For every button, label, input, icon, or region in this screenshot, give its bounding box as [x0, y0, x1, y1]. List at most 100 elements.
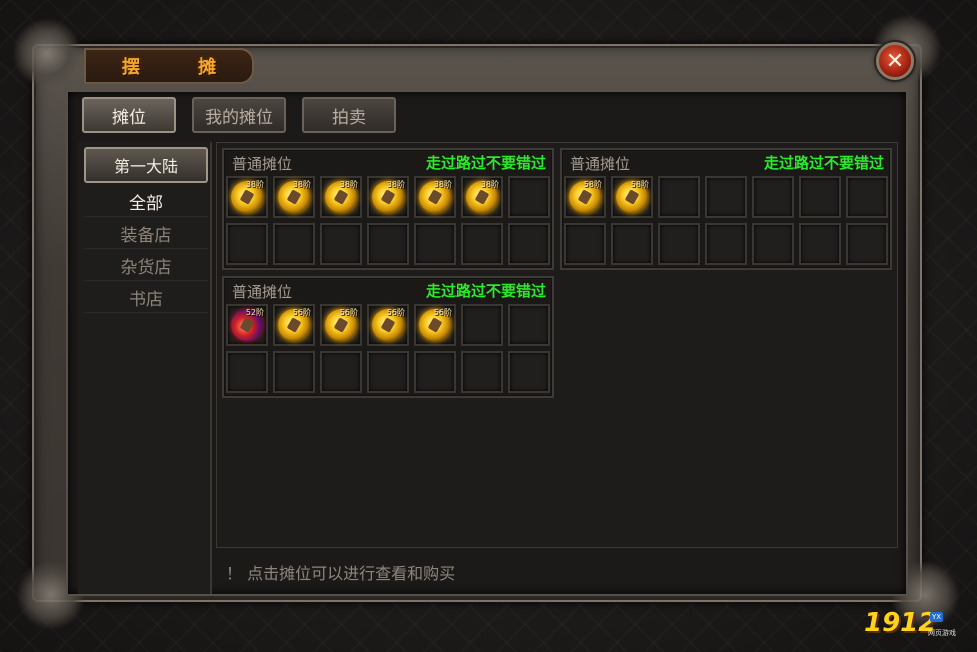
item-level-label: 56阶: [386, 308, 405, 317]
item-slot[interactable]: [752, 223, 794, 265]
item-level-label: 56阶: [339, 308, 358, 317]
item-slot[interactable]: [846, 223, 888, 265]
tab-auction[interactable]: 拍卖: [302, 97, 396, 133]
stall-name: 普通摊位: [232, 155, 293, 173]
item-level-label: 38阶: [480, 180, 499, 189]
item-emblem: [380, 189, 396, 205]
stall-slogan: 走过路过不要错过: [425, 282, 546, 300]
stall-slogan: 走过路过不要错过: [763, 154, 884, 172]
tab-label: 我的摊位: [205, 107, 273, 128]
item-slot[interactable]: 58阶: [564, 176, 606, 218]
site-logo: 1912: [864, 608, 937, 638]
item-slot[interactable]: [273, 351, 315, 393]
item-emblem: [239, 317, 255, 333]
item-emblem: [333, 317, 349, 333]
item-slot[interactable]: 52阶: [226, 304, 268, 346]
region-button[interactable]: 第一大陆: [84, 147, 208, 183]
sidebar-item-all[interactable]: 全部: [84, 186, 208, 217]
sidebar-item-bookstore[interactable]: 书店: [84, 282, 208, 313]
item-slot[interactable]: [320, 351, 362, 393]
tab-label: 摊位: [112, 107, 146, 128]
item-level-label: 56阶: [433, 308, 452, 317]
sidebar-item-label: 全部: [129, 193, 163, 214]
item-slot[interactable]: [461, 351, 503, 393]
item-level-label: 38阶: [433, 180, 452, 189]
item-slot[interactable]: [367, 223, 409, 265]
sidebar-item-label: 书店: [129, 289, 163, 310]
item-slot[interactable]: [799, 176, 841, 218]
item-slot[interactable]: 38阶: [226, 176, 268, 218]
item-slot[interactable]: [226, 223, 268, 265]
item-emblem: [577, 189, 593, 205]
item-slot[interactable]: [320, 223, 362, 265]
item-slot[interactable]: 56阶: [273, 304, 315, 346]
item-slot[interactable]: [705, 223, 747, 265]
stall-card[interactable]: 普通摊位 走过路过不要错过 58阶 58阶: [560, 148, 892, 270]
stall-card[interactable]: 普通摊位 走过路过不要错过 38阶 38阶 38阶 38阶 38阶 38阶: [222, 148, 554, 270]
item-slot[interactable]: [658, 223, 700, 265]
stall-card[interactable]: 普通摊位 走过路过不要错过 52阶 56阶 56阶 56阶 56阶: [222, 276, 554, 398]
close-icon: ✕: [885, 48, 905, 74]
region-label: 第一大陆: [113, 157, 178, 176]
item-slot[interactable]: [414, 351, 456, 393]
item-slot[interactable]: [508, 304, 550, 346]
item-emblem: [474, 189, 490, 205]
sidebar-item-general-store[interactable]: 杂货店: [84, 250, 208, 281]
item-level-label: 56阶: [292, 308, 311, 317]
item-slot[interactable]: [508, 223, 550, 265]
item-slot[interactable]: 38阶: [273, 176, 315, 218]
item-level-label: 52阶: [245, 308, 264, 317]
item-slot[interactable]: [273, 223, 315, 265]
item-slot[interactable]: 38阶: [461, 176, 503, 218]
tab-stalls[interactable]: 摊位: [82, 97, 176, 133]
hint-text: ！ 点击摊位可以进行查看和购买: [226, 564, 456, 583]
item-level-label: 38阶: [292, 180, 311, 189]
item-slot[interactable]: 56阶: [320, 304, 362, 346]
tab-label: 拍卖: [332, 107, 366, 128]
item-slot[interactable]: [658, 176, 700, 218]
tab-my-stall[interactable]: 我的摊位: [192, 97, 286, 133]
close-button[interactable]: ✕: [876, 42, 914, 80]
item-slot[interactable]: [461, 223, 503, 265]
item-slot[interactable]: [414, 223, 456, 265]
stall-slogan: 走过路过不要错过: [425, 154, 546, 172]
item-slot[interactable]: 38阶: [320, 176, 362, 218]
item-slot[interactable]: [705, 176, 747, 218]
item-level-label: 38阶: [339, 180, 358, 189]
item-level-label: 38阶: [386, 180, 405, 189]
item-emblem: [286, 189, 302, 205]
stall-name: 普通摊位: [570, 155, 631, 173]
item-emblem: [380, 317, 396, 333]
sidebar-item-equipment-shop[interactable]: 装备店: [84, 218, 208, 249]
sidebar-item-label: 装备店: [120, 225, 172, 246]
item-emblem: [624, 189, 640, 205]
item-emblem: [239, 189, 255, 205]
item-slot[interactable]: 38阶: [367, 176, 409, 218]
item-slot[interactable]: 38阶: [414, 176, 456, 218]
item-slot[interactable]: [846, 176, 888, 218]
window-title-plate: 摆 摊: [84, 48, 254, 84]
item-slot[interactable]: [508, 176, 550, 218]
item-slot[interactable]: 58阶: [611, 176, 653, 218]
item-emblem: [427, 189, 443, 205]
item-level-label: 38阶: [245, 180, 264, 189]
item-slot[interactable]: [367, 351, 409, 393]
item-level-label: 58阶: [583, 180, 602, 189]
item-slot[interactable]: [752, 176, 794, 218]
hint-bar: ！ 点击摊位可以进行查看和购买: [216, 552, 898, 592]
item-slot[interactable]: [564, 223, 606, 265]
item-slot[interactable]: [799, 223, 841, 265]
item-slot[interactable]: 56阶: [414, 304, 456, 346]
item-slot[interactable]: 56阶: [367, 304, 409, 346]
dragon-ornament-top-left: [12, 18, 82, 88]
site-logo-tag: YX: [930, 612, 944, 622]
sidebar-item-label: 杂货店: [120, 257, 172, 278]
stall-name: 普通摊位: [232, 283, 293, 301]
item-emblem: [333, 189, 349, 205]
item-slot[interactable]: [461, 304, 503, 346]
item-level-label: 58阶: [630, 180, 649, 189]
window-title: 摆 摊: [121, 57, 243, 78]
item-slot[interactable]: [226, 351, 268, 393]
item-slot[interactable]: [611, 223, 653, 265]
item-slot[interactable]: [508, 351, 550, 393]
